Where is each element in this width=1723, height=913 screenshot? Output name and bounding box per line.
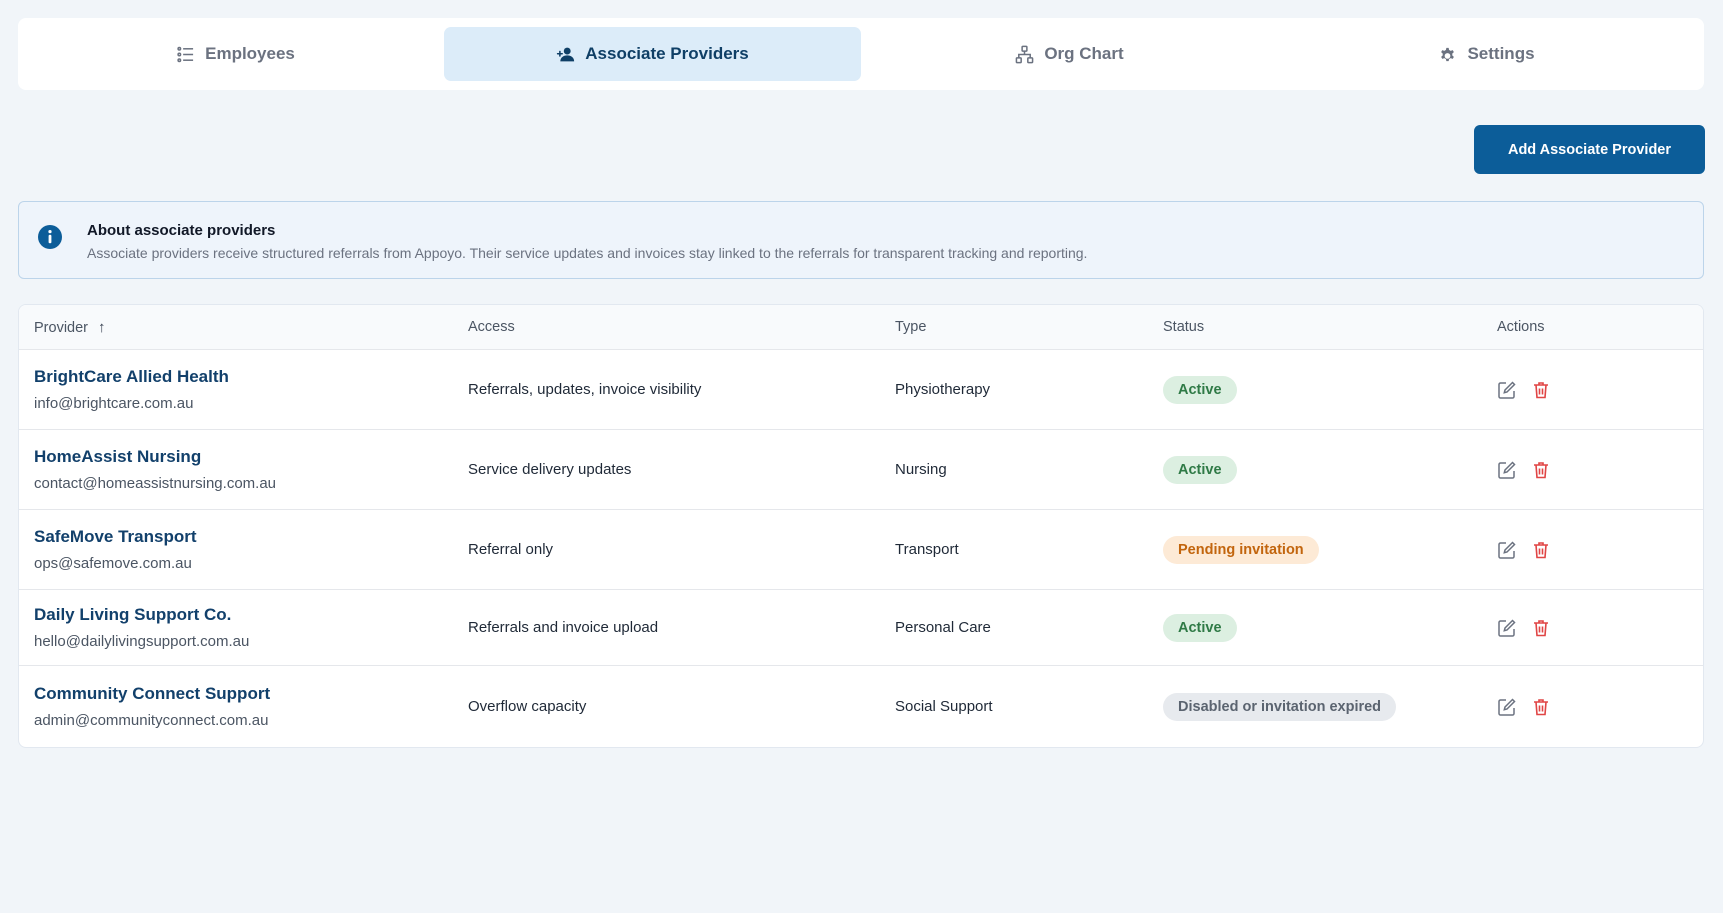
column-header-provider-label: Provider (34, 319, 88, 336)
provider-name[interactable]: SafeMove Transport (34, 527, 468, 547)
provider-name[interactable]: Community Connect Support (34, 684, 468, 704)
delete-icon[interactable] (1531, 697, 1551, 717)
providers-table: Provider ↑ Access Type Status Actions Bri… (18, 304, 1704, 748)
edit-icon[interactable] (1497, 697, 1517, 717)
type-cell: Physiotherapy (895, 381, 991, 398)
access-cell: Service delivery updates (468, 461, 632, 478)
org-chart-icon (1015, 45, 1034, 63)
type-cell: Personal Care (895, 619, 991, 636)
provider-email: hello@dailylivingsupport.com.au (34, 633, 250, 650)
provider-name[interactable]: BrightCare Allied Health (34, 367, 468, 387)
table-row: BrightCare Allied Health info@brightcare… (19, 350, 1703, 430)
provider-email: info@brightcare.com.au (34, 395, 194, 412)
delete-icon[interactable] (1531, 618, 1551, 638)
add-associate-provider-button[interactable]: Add Associate Provider (1474, 125, 1705, 174)
delete-icon[interactable] (1531, 460, 1551, 480)
status-badge: Active (1163, 375, 1237, 404)
edit-icon[interactable] (1497, 460, 1517, 480)
delete-icon[interactable] (1531, 540, 1551, 560)
tab-employees-label: Employees (205, 44, 295, 63)
column-header-access: Access (468, 319, 515, 335)
tab-employees[interactable]: Employees (27, 27, 444, 81)
tab-org-chart-label: Org Chart (1044, 44, 1124, 63)
user-plus-icon (557, 47, 575, 61)
info-title: About associate providers (87, 222, 276, 239)
edit-icon[interactable] (1497, 380, 1517, 400)
edit-icon[interactable] (1497, 540, 1517, 560)
tab-bar: Employees Associate Providers Org Chart … (18, 18, 1704, 90)
tab-org-chart[interactable]: Org Chart (861, 27, 1278, 81)
type-cell: Transport (895, 541, 959, 558)
table-row: Daily Living Support Co. hello@dailylivi… (19, 590, 1703, 666)
sort-ascending-icon[interactable]: ↑ (98, 319, 106, 336)
provider-name[interactable]: HomeAssist Nursing (34, 447, 468, 467)
table-row: Community Connect Support admin@communit… (19, 666, 1703, 747)
info-banner: About associate providers Associate prov… (18, 201, 1704, 279)
tab-associate-providers-label: Associate Providers (585, 44, 749, 63)
access-cell: Referral only (468, 541, 554, 558)
provider-email: ops@safemove.com.au (34, 555, 192, 572)
column-header-provider[interactable]: Provider ↑ (19, 319, 468, 336)
column-header-status: Status (1163, 319, 1205, 335)
type-cell: Nursing (895, 461, 947, 478)
column-header-actions: Actions (1497, 319, 1545, 335)
info-body: Associate providers receive structured r… (87, 245, 1088, 261)
table-row: SafeMove Transport ops@safemove.com.au R… (19, 510, 1703, 590)
provider-name[interactable]: Daily Living Support Co. (34, 605, 468, 625)
provider-email: admin@communityconnect.com.au (34, 712, 269, 729)
status-badge: Disabled or invitation expired (1163, 692, 1397, 721)
column-header-type: Type (895, 319, 927, 335)
table-row: HomeAssist Nursing contact@homeassistnur… (19, 430, 1703, 510)
access-cell: Overflow capacity (468, 698, 587, 715)
table-header: Provider ↑ Access Type Status Actions (19, 305, 1703, 350)
type-cell: Social Support (895, 698, 993, 715)
gear-icon (1441, 47, 1455, 61)
list-icon (177, 46, 194, 62)
edit-icon[interactable] (1497, 618, 1517, 638)
provider-email: contact@homeassistnursing.com.au (34, 475, 277, 492)
info-icon (38, 225, 62, 249)
status-badge: Pending invitation (1163, 535, 1319, 564)
access-cell: Referrals, updates, invoice visibility (468, 381, 702, 398)
delete-icon[interactable] (1531, 380, 1551, 400)
tab-associate-providers[interactable]: Associate Providers (444, 27, 861, 81)
status-badge: Active (1163, 613, 1237, 642)
access-cell: Referrals and invoice upload (468, 619, 659, 636)
tab-settings[interactable]: Settings (1278, 27, 1695, 81)
status-badge: Active (1163, 455, 1237, 484)
tab-settings-label: Settings (1467, 44, 1535, 63)
